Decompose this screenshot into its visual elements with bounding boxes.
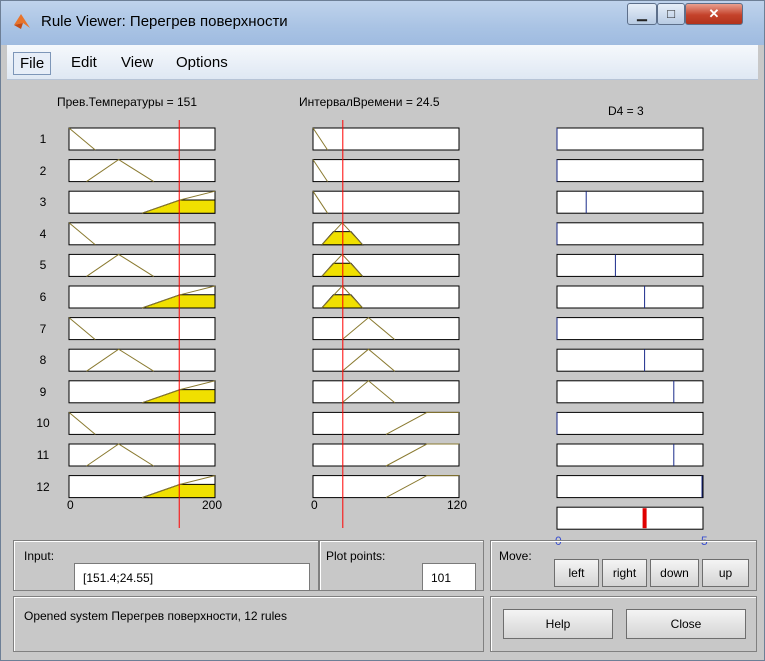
rule-number: 3: [39, 195, 47, 210]
menu-file[interactable]: File: [13, 52, 52, 75]
rule-9-output-frame: [556, 380, 704, 404]
close-window-button[interactable]: ✕: [685, 3, 743, 25]
move-panel: Move: left right down up: [490, 540, 757, 591]
input1-axis-min: 0: [67, 498, 74, 512]
rule-number: 5: [39, 258, 47, 273]
matlab-icon: [14, 14, 30, 29]
input-field-label: Input:: [24, 549, 55, 563]
title-bar: Rule Viewer: Перегрев поверхности ▁ □ ✕: [1, 1, 764, 45]
buttons-panel: Help Close: [490, 596, 757, 652]
rule-12-input2-frame: [312, 475, 460, 499]
minimize-button[interactable]: ▁: [627, 3, 657, 25]
input2-axis-min: 0: [311, 498, 318, 512]
aggregated-output-frame: [556, 506, 704, 530]
plot-points-panel: Plot points: 101: [319, 540, 484, 591]
maximize-button[interactable]: □: [657, 3, 685, 25]
plot-points-label: Plot points:: [326, 549, 386, 563]
rule-number: 7: [39, 321, 47, 336]
plot-points-field[interactable]: 101: [422, 563, 476, 591]
rule-11-output-frame: [556, 443, 704, 467]
rule-number: 6: [39, 290, 47, 304]
rule-2-output-frame: [556, 159, 704, 183]
menu-options[interactable]: Options: [170, 52, 234, 73]
rule-12-output-frame: [556, 475, 704, 499]
window-title: Rule Viewer: Перегрев поверхности: [41, 13, 288, 30]
move-left-button[interactable]: left: [554, 559, 599, 587]
help-button[interactable]: Help: [503, 609, 613, 639]
move-down-button[interactable]: down: [650, 559, 699, 587]
status-panel: Opened system Перегрев поверхности, 12 r…: [13, 596, 484, 652]
rule-number: 2: [39, 163, 47, 178]
menu-view[interactable]: View: [115, 52, 159, 73]
rule-viewer-window: Rule Viewer: Перегрев поверхности ▁ □ ✕ …: [0, 0, 765, 661]
rule-8-output-frame: [556, 348, 704, 372]
rule-11-input2-frame: [312, 443, 460, 467]
rule-number: 4: [39, 226, 47, 241]
rule-number: 1: [39, 132, 47, 146]
rule-number: 11: [36, 448, 50, 462]
move-up-button[interactable]: up: [702, 559, 749, 587]
menu-edit[interactable]: Edit: [65, 52, 103, 73]
rule-3-input2-frame: [312, 190, 460, 214]
move-right-button[interactable]: right: [602, 559, 647, 587]
menu-bar: File Edit View Options: [7, 45, 758, 80]
rule-number: 10: [36, 416, 50, 431]
input-field[interactable]: [151.4;24.55]: [74, 563, 310, 591]
input1-axis-max: 200: [202, 498, 223, 512]
close-button[interactable]: Close: [626, 609, 746, 639]
rule-9-input2-frame: [312, 380, 460, 404]
input-panel: Input: [151.4;24.55]: [13, 540, 319, 591]
rule-5-output-frame: [556, 253, 704, 277]
rule-1-output-frame: [556, 127, 704, 151]
rule-7-input2-frame: [312, 317, 460, 341]
rule-7-output-frame: [556, 317, 704, 341]
rule-10-output-frame: [556, 411, 704, 435]
status-text: Opened system Перегрев поверхности, 12 r…: [24, 609, 287, 623]
rule-number: 12: [36, 479, 50, 494]
rule-number: 8: [39, 353, 47, 368]
move-label: Move:: [499, 549, 532, 563]
rule-2-input2-frame: [312, 159, 460, 183]
rule-10-input2-frame: [312, 411, 460, 435]
rule-1-input2-frame: [312, 127, 460, 151]
rule-viewer-client: Прев.Температуры = 151 ИнтервалВремени =…: [7, 80, 758, 656]
input2-axis-max: 120: [447, 498, 468, 512]
rule-3-output-frame: [556, 190, 704, 214]
rule-8-input2-frame: [312, 348, 460, 372]
aggregated-output-result: [642, 508, 647, 529]
rule-number: 9: [39, 384, 47, 399]
rules-plot-area: [68, 120, 704, 530]
rule-4-output-frame: [556, 222, 704, 246]
rule-6-output-frame: [556, 285, 704, 309]
